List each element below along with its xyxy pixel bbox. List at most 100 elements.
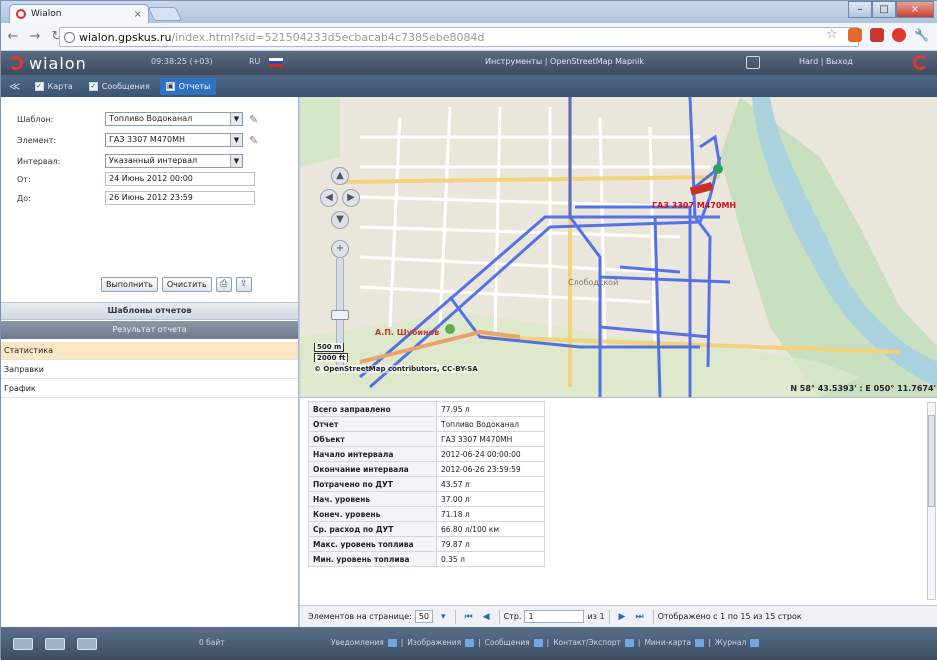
browser-tab[interactable]: Wialon ×: [9, 4, 149, 23]
users-icon[interactable]: [746, 56, 760, 69]
template-select[interactable]: Топливо Водоканал ▼: [105, 112, 243, 126]
tab-map-checkbox[interactable]: ✓: [34, 81, 44, 91]
from-date-input[interactable]: 24 Июнь 2012 00:00: [105, 172, 255, 186]
maximize-button[interactable]: □: [872, 1, 896, 18]
table-scrollbar[interactable]: [927, 402, 936, 600]
report-templates-header[interactable]: Шаблоны отчетов: [1, 302, 298, 320]
chevron-down-icon[interactable]: ▼: [230, 113, 242, 125]
pan-south-icon[interactable]: ▼: [331, 211, 349, 229]
result-item-statistics[interactable]: Статистика: [1, 342, 298, 360]
table-row: Отчет Топливо Водоканал: [308, 416, 545, 432]
to-date-input[interactable]: 26 Июнь 2012 23:59: [105, 191, 255, 205]
next-page-icon[interactable]: ▶: [619, 612, 626, 622]
wrench-icon[interactable]: 🔧: [914, 28, 929, 42]
map-source-menu[interactable]: OpenStreetMap Mapnik: [550, 57, 644, 66]
tab-map[interactable]: ✓ Карта: [29, 78, 79, 95]
template-row: Шаблон: Топливо Водоканал ▼ ✎: [17, 112, 258, 126]
user-name[interactable]: Hard: [799, 57, 818, 66]
zoom-in-icon[interactable]: +: [331, 240, 349, 258]
interval-select[interactable]: Указанный интервал ▼: [105, 154, 243, 168]
map-copyright[interactable]: © OpenStreetMap contributors, CC-BY-SA: [314, 365, 478, 373]
back-icon[interactable]: ←: [7, 29, 19, 44]
print-icon[interactable]: ⎙: [215, 277, 232, 292]
monitor-split-icon[interactable]: [45, 637, 65, 650]
extension-red-icon[interactable]: [870, 28, 884, 42]
scrollbar-thumb[interactable]: [928, 415, 935, 507]
header-lang[interactable]: RU: [249, 57, 260, 66]
stat-value: 71.18 л: [436, 506, 545, 522]
execute-button[interactable]: Выполнить: [101, 277, 158, 292]
wialon-favicon-icon: [16, 9, 26, 19]
stat-key: Потрачено по ДУТ: [308, 476, 437, 492]
interval-row: Интервал: Указанный интервал ▼: [17, 154, 243, 168]
bottom-links: Уведомления | Изображения | Сообщения | Кон…: [331, 638, 760, 647]
per-page-select[interactable]: 50: [414, 610, 434, 623]
table-row: Всего заправлено 77.95 л: [308, 401, 545, 417]
interval-label: Интервал:: [17, 156, 61, 166]
object-row: Элемент: ГАЗ 3307 М470МН ▼ ✎: [17, 133, 258, 147]
close-tab-icon[interactable]: ×: [134, 9, 142, 20]
page-input[interactable]: 1: [524, 610, 585, 623]
report-result-header[interactable]: Результат отчета: [1, 321, 298, 339]
stat-key: Макс. уровень топлива: [308, 536, 437, 552]
table-row: Макс. уровень топлива 79.87 л: [308, 536, 545, 552]
chevron-down-icon[interactable]: ▼: [230, 134, 242, 146]
chevron-down-icon[interactable]: ▼: [230, 155, 242, 167]
edit-object-icon[interactable]: ✎: [249, 134, 258, 147]
minimap-link[interactable]: Мини-карта: [644, 638, 691, 647]
wialon-tabs: ≪ ✓ Карта ✓ Сообщения ▣ Отчеты: [1, 75, 937, 97]
logout-link[interactable]: Выход: [826, 57, 853, 66]
extension-opera-icon[interactable]: [848, 28, 862, 42]
log-link[interactable]: Журнал: [715, 638, 747, 647]
map-view[interactable]: ▲ ◀ ▶ ▼ + 500 m 2000 ft © OpenStreetMap …: [300, 97, 937, 397]
tab-reports[interactable]: ▣ Отчеты: [159, 77, 217, 95]
table-row: Потрачено по ДУТ 43.57 л: [308, 476, 545, 492]
clear-button[interactable]: Очистить: [161, 277, 212, 292]
object-select[interactable]: ГАЗ 3307 М470МН ▼: [105, 133, 243, 147]
table-row: Ср. расход по ДУТ 66.80 л/100 км: [308, 521, 545, 537]
first-page-icon[interactable]: ⏮: [465, 612, 473, 622]
result-item-chart[interactable]: График: [1, 380, 298, 398]
pan-west-icon[interactable]: ◀: [320, 189, 338, 207]
collapse-panel-icon[interactable]: ≪: [9, 80, 21, 93]
edit-template-icon[interactable]: ✎: [249, 113, 258, 126]
zoom-slider-handle[interactable]: [331, 310, 349, 320]
stat-value: 2012-06-24 00:00:00: [436, 446, 545, 462]
tab-messages-checkbox[interactable]: ✓: [88, 81, 98, 91]
globe-icon: [64, 31, 75, 43]
result-item-fillings[interactable]: Заправки: [1, 361, 298, 379]
unit-label[interactable]: ГАЗ 3307 М470МН: [652, 201, 736, 210]
notifications-link[interactable]: Уведомления: [331, 638, 384, 647]
page-label: Стр.: [503, 612, 522, 621]
tab-messages[interactable]: ✓ Сообщения: [83, 78, 156, 95]
star-icon[interactable]: ☆: [826, 28, 840, 42]
monitor-icon[interactable]: [13, 637, 33, 650]
table-row: Начало интервала 2012-06-24 00:00:00: [308, 446, 545, 462]
pan-east-icon[interactable]: ▶: [342, 189, 360, 207]
prev-page-icon[interactable]: ◀: [483, 612, 490, 622]
close-window-button[interactable]: ×: [896, 1, 934, 18]
new-tab-button[interactable]: [147, 7, 183, 21]
images-link[interactable]: Изображения: [407, 638, 461, 647]
extension-circle-icon[interactable]: [892, 28, 906, 42]
stat-value: 0.35 л: [436, 551, 545, 567]
address-bar[interactable]: wialon.gpskus.ru /index.html?sid=5215042…: [59, 27, 859, 47]
notifications-icon: [387, 638, 397, 647]
messages-link[interactable]: Сообщения: [485, 638, 530, 647]
object-label: Элемент:: [17, 135, 57, 145]
export-link[interactable]: Контакт/Экспорт: [553, 638, 621, 647]
monitor-stack-icon[interactable]: [77, 637, 97, 650]
report-actions: Выполнить Очистить ⎙ ⇪: [101, 277, 252, 292]
stat-key: Нач. уровень: [308, 491, 437, 507]
pan-north-icon[interactable]: ▲: [331, 167, 349, 185]
minimize-button[interactable]: –: [848, 1, 872, 18]
stat-value: 37.00 л: [436, 491, 545, 507]
header-menu: Инструменты | OpenStreetMap Mapnik: [485, 57, 644, 66]
stat-value: 43.57 л: [436, 476, 545, 492]
export-icon[interactable]: ⇪: [235, 277, 252, 292]
russian-flag-icon[interactable]: [269, 58, 283, 67]
chevron-down-icon[interactable]: ▾: [441, 612, 446, 622]
last-page-icon[interactable]: ⏭: [635, 612, 643, 622]
forward-icon[interactable]: →: [29, 29, 41, 44]
tools-menu[interactable]: Инструменты: [485, 57, 542, 66]
